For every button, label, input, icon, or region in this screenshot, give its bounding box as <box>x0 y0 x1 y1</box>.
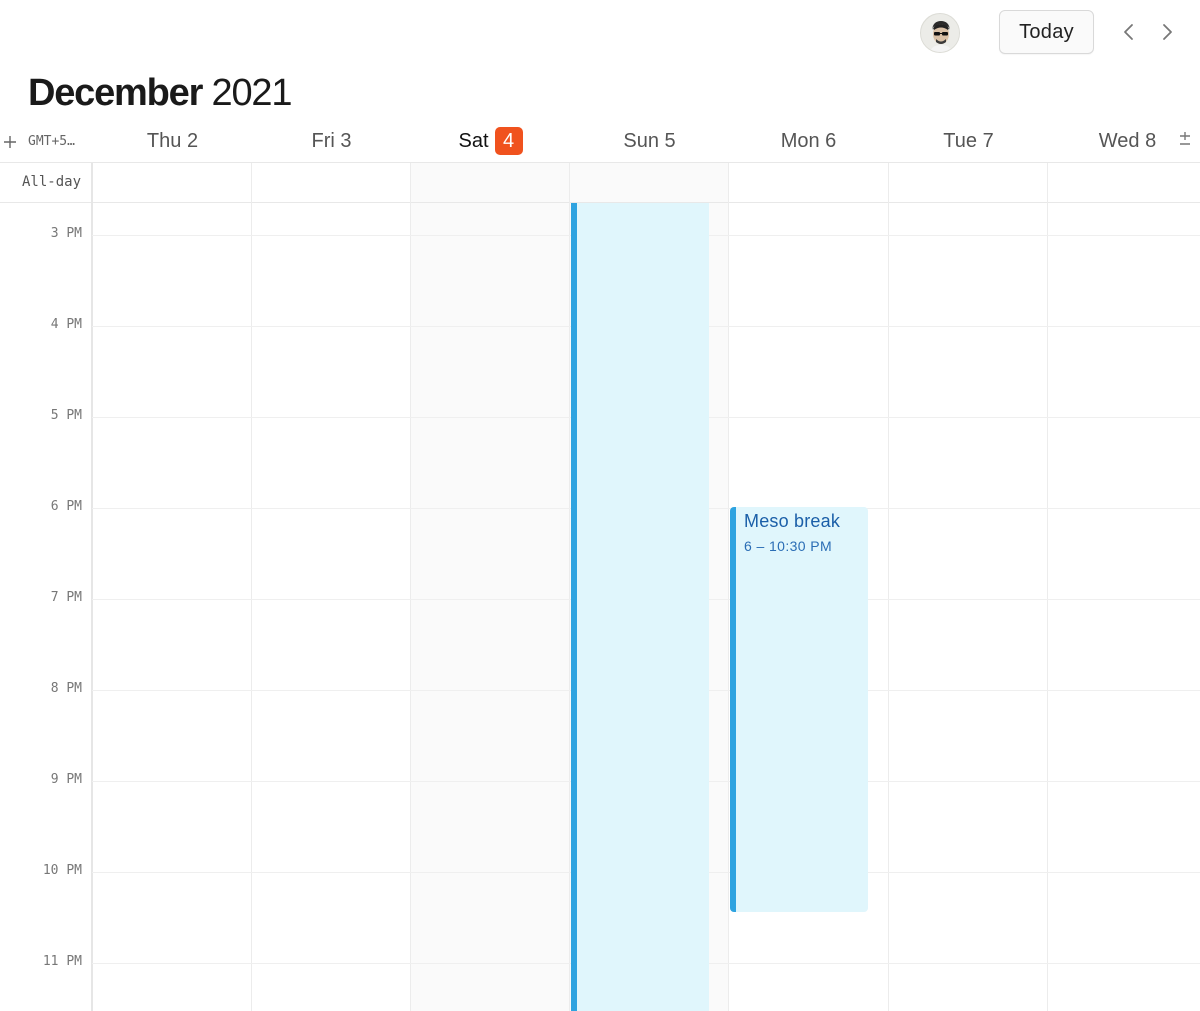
hour-label: 5 PM <box>50 408 82 423</box>
day-header-mon[interactable]: Mon 6 <box>729 126 888 156</box>
year: 2021 <box>211 72 293 114</box>
hour-label: 7 PM <box>50 590 82 605</box>
day-header-fri[interactable]: Fri 3 <box>252 126 411 156</box>
day-header-num: 5 <box>664 129 676 152</box>
allday-label: All-day <box>22 174 82 190</box>
event-title: Meso break <box>744 511 841 531</box>
chevron-left-icon <box>1124 24 1133 40</box>
day-header-num: 6 <box>825 129 837 152</box>
event-time: 6 – 10:30 PM <box>744 538 833 554</box>
day-header-label: Sun <box>623 129 659 152</box>
day-header-sun[interactable]: Sun 5 <box>570 126 729 156</box>
user-avatar[interactable] <box>920 13 960 53</box>
day-header-num: 3 <box>340 129 352 152</box>
allday-row[interactable] <box>93 163 1200 202</box>
avatar-image <box>921 14 959 52</box>
hour-label: 11 PM <box>42 954 82 969</box>
day-header-num: 8 <box>1145 129 1157 152</box>
today-button[interactable]: Today <box>999 10 1094 54</box>
page-title: December 2021 <box>28 72 293 115</box>
chevron-right-icon <box>1163 24 1172 40</box>
day-header-wed[interactable]: Wed 8 <box>1048 126 1200 156</box>
hour-label: 6 PM <box>50 499 82 514</box>
hour-label: 8 PM <box>50 681 82 696</box>
day-header-sat[interactable]: Sat 4 <box>411 126 570 156</box>
hour-label: 10 PM <box>42 863 82 878</box>
month-name: December <box>28 72 203 114</box>
day-header-label: Fri <box>311 129 335 152</box>
sunday-event-block[interactable] <box>571 203 709 1011</box>
day-header-tue[interactable]: Tue 7 <box>889 126 1048 156</box>
day-header-num: 7 <box>982 129 994 152</box>
next-week-button[interactable] <box>1155 20 1179 44</box>
day-header-label: Wed <box>1098 129 1140 152</box>
previous-week-button[interactable] <box>1117 20 1141 44</box>
hour-label: 9 PM <box>50 772 82 787</box>
day-header-num: 2 <box>186 129 199 152</box>
day-header-label: Thu <box>146 129 182 152</box>
hour-label: 3 PM <box>50 226 82 241</box>
today-badge: 4 <box>494 127 523 155</box>
timezone-label[interactable]: GMT+5… <box>28 134 75 149</box>
plus-icon[interactable] <box>3 133 17 151</box>
event-meso-break[interactable]: Meso break 6 – 10:30 PM <box>730 507 868 912</box>
day-header-label: Tue <box>943 129 978 152</box>
day-header-label: Mon <box>780 129 820 152</box>
hour-label: 4 PM <box>50 317 82 332</box>
day-header-thu[interactable]: Thu 2 <box>93 126 252 156</box>
day-header-label: Sat <box>458 129 489 152</box>
